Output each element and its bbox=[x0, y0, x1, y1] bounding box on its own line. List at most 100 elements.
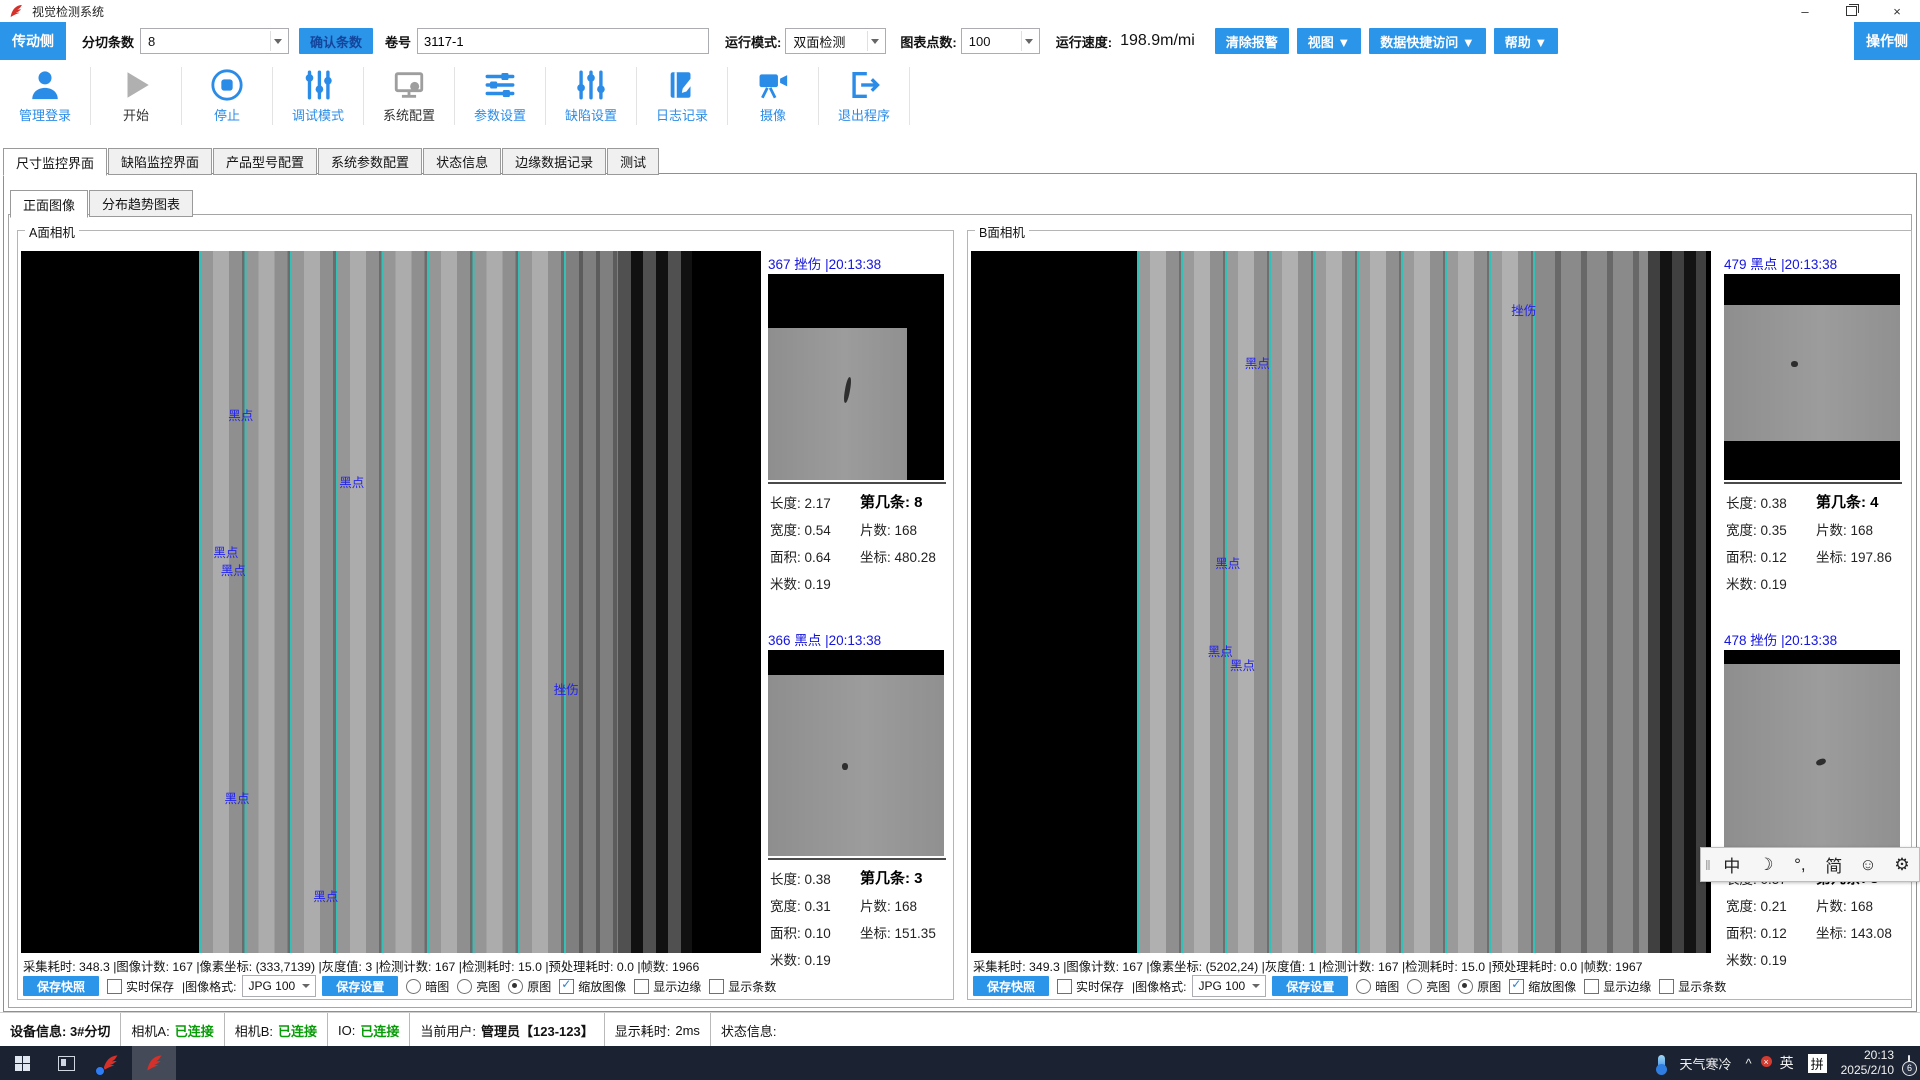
tab-test[interactable]: 测试 bbox=[607, 148, 659, 175]
original-image-radio[interactable] bbox=[1458, 979, 1473, 994]
minimize-button[interactable]: – bbox=[1782, 0, 1828, 22]
stop-button[interactable]: 停止 bbox=[182, 68, 272, 124]
camera-b-image[interactable]: 挫伤 黑点 黑点 黑点 黑点 bbox=[971, 251, 1711, 953]
confirm-count-button[interactable]: 确认条数 bbox=[299, 28, 373, 54]
task-view-icon bbox=[58, 1056, 75, 1071]
admin-login-button[interactable]: 管理登录 bbox=[0, 68, 90, 124]
param-settings-button[interactable]: 参数设置 bbox=[455, 68, 545, 124]
tab-system-params[interactable]: 系统参数配置 bbox=[318, 148, 422, 175]
task-view-button[interactable] bbox=[44, 1046, 88, 1080]
show-edge-checkbox[interactable] bbox=[634, 979, 649, 994]
defect-type: 挫伤 bbox=[794, 257, 821, 272]
start-button[interactable]: 开始 bbox=[91, 68, 181, 124]
subtab-trend-chart[interactable]: 分布趋势图表 bbox=[89, 190, 193, 217]
bright-image-radio[interactable] bbox=[1407, 979, 1422, 994]
ime-settings-gear-icon[interactable]: ⚙ bbox=[1885, 855, 1919, 875]
data-quick-access-button[interactable]: 数据快捷访问 ▼ bbox=[1369, 28, 1485, 54]
red-app-icon bbox=[144, 1053, 164, 1073]
tab-defect-monitor[interactable]: 缺陷监控界面 bbox=[108, 148, 212, 175]
tab-size-monitor[interactable]: 尺寸监控界面 bbox=[3, 148, 107, 176]
restore-button[interactable] bbox=[1828, 0, 1874, 22]
system-config-button[interactable]: 系统配置 bbox=[364, 68, 454, 124]
ime-simplified-toggle[interactable]: 简 bbox=[1817, 852, 1851, 877]
defect-card[interactable]: 479 黑点 |20:13:38 长度: 0.38 第几条: 4 宽度: 0.3… bbox=[1724, 253, 1905, 625]
slit-count-select[interactable]: 8 bbox=[140, 28, 289, 54]
roll-number-input[interactable] bbox=[417, 28, 709, 54]
debug-mode-button[interactable]: 调试模式 bbox=[273, 68, 363, 124]
ime-lang-toggle[interactable]: 中 bbox=[1715, 852, 1749, 877]
defect-thumbnail[interactable] bbox=[1724, 650, 1900, 856]
defect-label: 挫伤 bbox=[1511, 300, 1536, 319]
defect-width: 0.35 bbox=[1761, 523, 1787, 538]
dark-image-radio[interactable] bbox=[1356, 979, 1371, 994]
start-menu-button[interactable] bbox=[0, 1046, 44, 1080]
ime-emoji-button[interactable]: ☺ bbox=[1851, 855, 1885, 875]
view-menu-button[interactable]: 视图 ▼ bbox=[1297, 28, 1361, 54]
status-message: 状态信息: bbox=[711, 1013, 787, 1047]
defect-settings-button[interactable]: 缺陷设置 bbox=[546, 68, 636, 124]
video-capture-button[interactable]: 摄像 bbox=[728, 68, 818, 124]
subtab-front-image[interactable]: 正面图像 bbox=[10, 190, 88, 218]
weather-text[interactable]: 天气寒冷 bbox=[1679, 1054, 1731, 1073]
main-tab-strip: 尺寸监控界面 缺陷监控界面 产品型号配置 系统参数配置 状态信息 边缘数据记录 … bbox=[3, 148, 660, 174]
action-center-button[interactable]: 6 bbox=[1908, 1056, 1910, 1071]
defect-thumbnail[interactable] bbox=[768, 274, 944, 480]
clear-alarm-button[interactable]: 清除报警 bbox=[1215, 28, 1289, 54]
snapshot-button[interactable]: 保存快照 bbox=[23, 976, 99, 996]
defect-meters: 0.19 bbox=[805, 577, 831, 592]
save-settings-button[interactable]: 保存设置 bbox=[322, 976, 398, 996]
tab-status-info[interactable]: 状态信息 bbox=[423, 148, 501, 175]
app-status-bar: 设备信息: 3#分切 相机A:已连接 相机B:已连接 IO:已连接 当前用户:管… bbox=[0, 1012, 1920, 1047]
tab-product-model[interactable]: 产品型号配置 bbox=[213, 148, 317, 175]
zoom-image-checkbox[interactable] bbox=[1509, 979, 1524, 994]
image-format-select[interactable]: JPG 100 bbox=[242, 975, 316, 997]
exit-program-button[interactable]: 退出程序 bbox=[819, 68, 909, 124]
chart-points-select[interactable]: 100 bbox=[961, 28, 1040, 54]
camera-b-controls: 保存快照 实时保存 |图像格式: JPG 100 保存设置 暗图 亮图 原图 缩… bbox=[973, 975, 1909, 997]
run-mode-select[interactable]: 双面检测 bbox=[785, 28, 886, 54]
strip-zone-dark bbox=[618, 251, 692, 953]
defect-card[interactable]: 478 挫伤 |20:13:38 长度: 0.57 第几条: 3 宽度: 0.2… bbox=[1724, 629, 1905, 1001]
sub-tab-strip: 正面图像 分布趋势图表 bbox=[10, 190, 194, 215]
ime-drag-handle[interactable]: ‖ bbox=[1701, 857, 1715, 873]
defect-thumbnail[interactable] bbox=[768, 650, 944, 856]
taskbar-clock[interactable]: 20:13 2025/2/10 bbox=[1841, 1048, 1894, 1078]
language-indicator[interactable]: 英 bbox=[1780, 1053, 1794, 1073]
log-record-button[interactable]: 日志记录 bbox=[637, 68, 727, 124]
strip-zone-medium bbox=[566, 251, 618, 953]
camera-a-image[interactable]: 黑点 黑点 黑点 黑点 挫伤 黑点 黑点 bbox=[21, 251, 761, 953]
ime-punct-toggle[interactable]: °, bbox=[1783, 855, 1817, 875]
tab-edge-data[interactable]: 边缘数据记录 bbox=[502, 148, 606, 175]
realtime-save-checkbox[interactable] bbox=[107, 979, 122, 994]
defect-label: 黑点 bbox=[213, 542, 238, 561]
close-button[interactable]: × bbox=[1874, 0, 1920, 22]
image-format-select[interactable]: JPG 100 bbox=[1192, 975, 1266, 997]
defect-area: 0.10 bbox=[805, 926, 831, 941]
show-edge-checkbox[interactable] bbox=[1584, 979, 1599, 994]
show-strips-checkbox[interactable] bbox=[709, 979, 724, 994]
snapshot-button[interactable]: 保存快照 bbox=[973, 976, 1049, 996]
window-title: 视觉检测系统 bbox=[32, 3, 104, 20]
defect-id: 478 bbox=[1724, 633, 1747, 648]
ime-mode-indicator[interactable]: 拼 bbox=[1808, 1054, 1827, 1073]
save-settings-button[interactable]: 保存设置 bbox=[1272, 976, 1348, 996]
defect-coord: 197.86 bbox=[1851, 550, 1892, 565]
help-menu-button[interactable]: 帮助 ▼ bbox=[1494, 28, 1558, 54]
defect-coord: 143.08 bbox=[1851, 926, 1892, 941]
realtime-save-checkbox[interactable] bbox=[1057, 979, 1072, 994]
defect-thumbnail[interactable] bbox=[1724, 274, 1900, 480]
bright-image-radio[interactable] bbox=[457, 979, 472, 994]
active-app-button[interactable] bbox=[132, 1046, 176, 1080]
original-image-radio[interactable] bbox=[508, 979, 523, 994]
zoom-image-checkbox[interactable] bbox=[559, 979, 574, 994]
dark-image-radio[interactable] bbox=[406, 979, 421, 994]
hidden-icons-chevron[interactable]: ^ bbox=[1746, 1056, 1752, 1071]
show-strips-checkbox[interactable] bbox=[1659, 979, 1674, 994]
defect-card[interactable]: 367 挫伤 |20:13:38 长度: 2.17 第几条: 8 宽度: 0.5… bbox=[768, 253, 949, 625]
operator-side-button[interactable]: 操作侧 bbox=[1854, 22, 1920, 60]
ime-halfwidth-icon[interactable]: ☽ bbox=[1749, 855, 1783, 875]
defect-card[interactable]: 366 黑点 |20:13:38 长度: 0.38 第几条: 3 宽度: 0.3… bbox=[768, 629, 949, 1001]
pinned-app-button[interactable] bbox=[88, 1046, 132, 1080]
drive-side-button[interactable]: 传动侧 bbox=[0, 22, 66, 60]
defect-strip: 8 bbox=[914, 494, 922, 511]
